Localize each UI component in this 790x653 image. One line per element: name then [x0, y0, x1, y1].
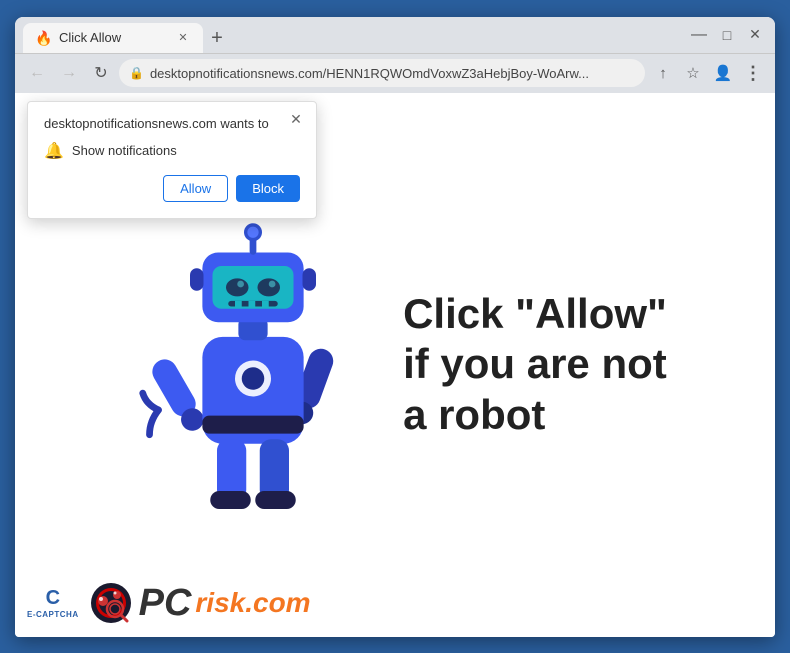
- notification-popup: ✕ desktopnotificationsnews.com wants to …: [27, 101, 317, 219]
- address-bar: ← → ↻ 🔒 desktopnotificationsnews.com/HEN…: [15, 53, 775, 93]
- pcrisk-logo: PCrisk.com: [139, 584, 311, 622]
- close-button[interactable]: ✕: [743, 23, 767, 47]
- popup-notification-row: 🔔 Show notifications: [44, 141, 300, 161]
- popup-close-button[interactable]: ✕: [286, 110, 306, 130]
- ecaptcha-logo: C E-CAPTCHA: [27, 587, 79, 619]
- ecaptcha-c: C: [46, 587, 60, 610]
- allow-button[interactable]: Allow: [163, 175, 228, 202]
- title-bar: 🔥 Click Allow ✕ + — □ ✕: [15, 17, 775, 53]
- click-allow-text: Click "Allow" if you are not a robot: [403, 289, 667, 440]
- click-text-line1: Click "Allow": [403, 289, 667, 339]
- back-button[interactable]: ←: [23, 59, 51, 87]
- page-content: ✕ desktopnotificationsnews.com wants to …: [15, 93, 775, 637]
- robot-illustration: [123, 185, 383, 545]
- pcrisk-watermark: C E-CAPTCHA: [27, 581, 311, 625]
- tabs-area: 🔥 Click Allow ✕ +: [23, 17, 679, 53]
- block-button[interactable]: Block: [236, 175, 300, 202]
- risk-text: risk.com: [195, 589, 310, 617]
- click-text-line2: if you are not: [403, 339, 667, 389]
- reload-button[interactable]: ↻: [87, 59, 115, 87]
- address-input[interactable]: 🔒 desktopnotificationsnews.com/HENN1RQWO…: [119, 59, 645, 87]
- popup-title: desktopnotificationsnews.com wants to: [44, 116, 300, 131]
- popup-buttons: Allow Block: [44, 175, 300, 202]
- profile-icon[interactable]: 👤: [709, 59, 737, 87]
- tab-favicon: 🔥: [35, 30, 51, 46]
- bookmark-icon[interactable]: ☆: [679, 59, 707, 87]
- pcrisk-icon: [89, 581, 133, 625]
- forward-button[interactable]: →: [55, 59, 83, 87]
- window-controls: — □ ✕: [687, 23, 767, 47]
- ecaptcha-text: E-CAPTCHA: [27, 610, 79, 619]
- new-tab-button[interactable]: +: [203, 25, 231, 53]
- popup-notification-text: Show notifications: [72, 143, 177, 158]
- tab-title: Click Allow: [59, 30, 167, 45]
- minimize-button[interactable]: —: [687, 23, 711, 47]
- pc-text: PC: [139, 584, 192, 622]
- browser-window: 🔥 Click Allow ✕ + — □ ✕ ← → ↻ 🔒 desktopn…: [15, 17, 775, 637]
- tab-close-button[interactable]: ✕: [175, 30, 191, 46]
- robot-svg: [123, 185, 383, 545]
- click-text-line3: a robot: [403, 390, 667, 440]
- url-text: desktopnotificationsnews.com/HENN1RQWOmd…: [150, 66, 635, 81]
- maximize-button[interactable]: □: [715, 23, 739, 47]
- address-actions: ↑ ☆ 👤 ⋮: [649, 59, 767, 87]
- bell-icon: 🔔: [44, 141, 64, 161]
- lock-icon: 🔒: [129, 66, 144, 80]
- menu-icon[interactable]: ⋮: [739, 59, 767, 87]
- share-icon[interactable]: ↑: [649, 59, 677, 87]
- active-tab[interactable]: 🔥 Click Allow ✕: [23, 23, 203, 53]
